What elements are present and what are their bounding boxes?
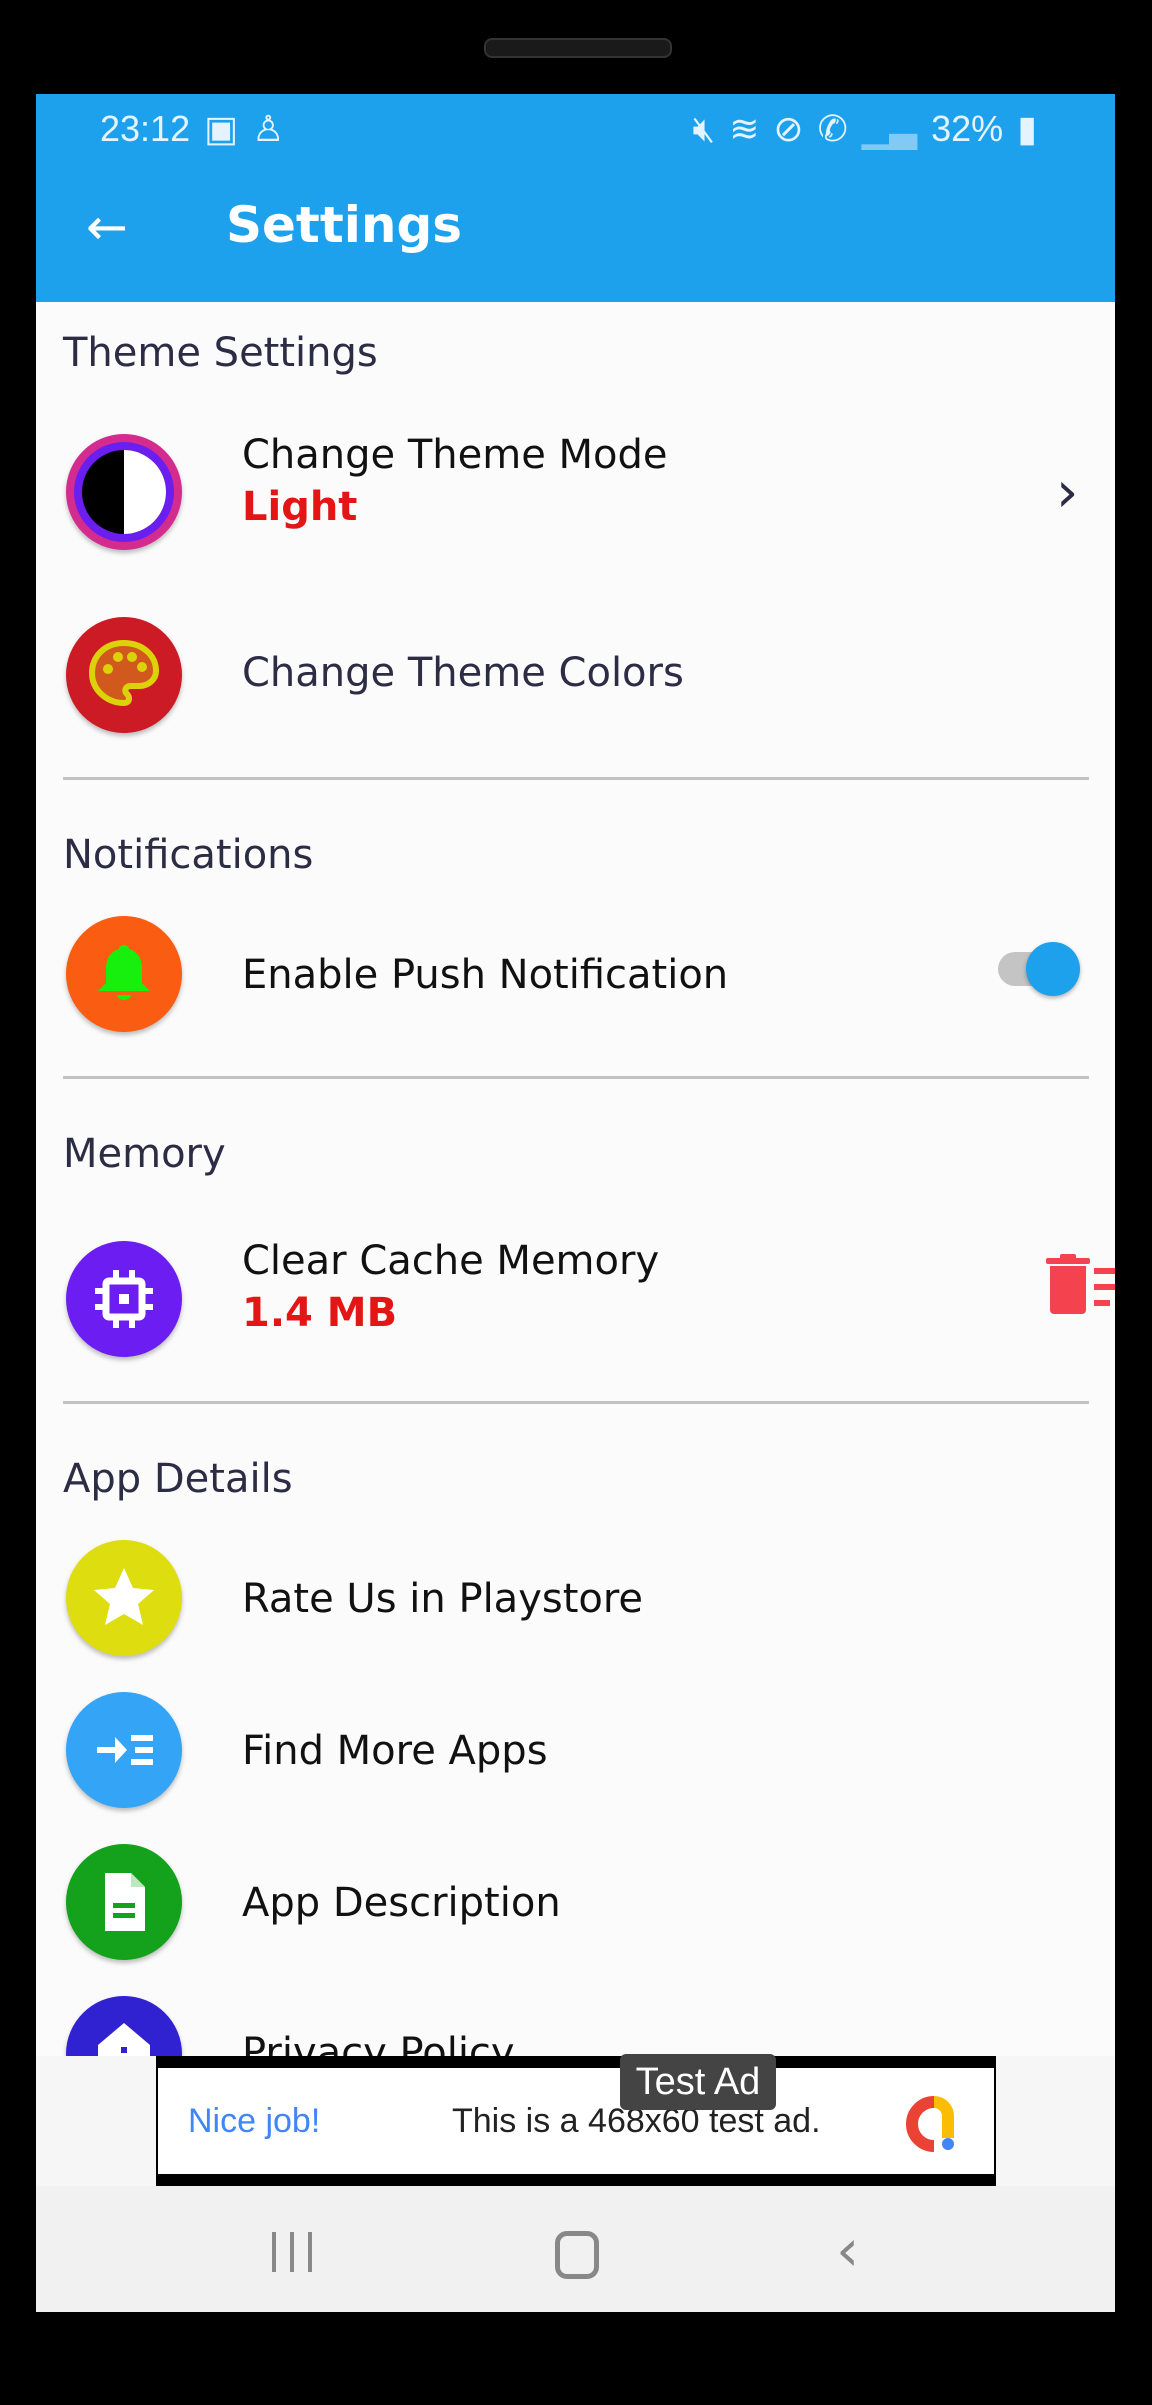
ad-banner[interactable]: Nice job! This is a 468x60 test ad. Test…: [156, 2054, 996, 2186]
cache-size: 1.4 MB: [242, 1290, 398, 1336]
theme-mode-value: Light: [242, 484, 358, 530]
section-title: Notifications: [63, 832, 314, 878]
divider: [63, 777, 1089, 780]
radio-icon: ▣: [204, 108, 239, 149]
more-apps-icon: [66, 1692, 182, 1808]
star-icon: [66, 1540, 182, 1656]
back-nav-icon[interactable]: ‹: [836, 2216, 859, 2284]
item-label: Enable Push Notification: [242, 952, 729, 998]
divider: [63, 1076, 1089, 1079]
home-icon[interactable]: [555, 2231, 599, 2279]
ad-headline: Nice job!: [188, 2102, 321, 2140]
system-nav-bar: ‹: [36, 2186, 1115, 2312]
wifi-icon: ≋: [729, 108, 760, 149]
accessibility-icon: ♙: [252, 108, 285, 149]
mute-icon: 🔇︎: [692, 107, 716, 149]
app-bar: 23:12 ▣ ♙ 🔇︎ ≋ ⊘ ✆ ▁▃ 32% ▮ ← Settings: [36, 94, 1115, 302]
palette-icon: [66, 617, 182, 733]
item-label: App Description: [242, 1880, 561, 1926]
item-label: Rate Us in Playstore: [242, 1576, 644, 1622]
phone-speaker: [484, 38, 672, 58]
signal-icon: ▁▃: [861, 108, 918, 149]
screen: 23:12 ▣ ♙ 🔇︎ ≋ ⊘ ✆ ▁▃ 32% ▮ ← Settings T…: [36, 94, 1115, 2312]
ad-content: Nice job! This is a 468x60 test ad.: [158, 2068, 994, 2174]
dnd-icon: ⊘: [773, 108, 804, 149]
test-ad-badge: Test Ad: [620, 2054, 776, 2110]
document-icon: [66, 1844, 182, 1960]
battery-level: 32%: [931, 108, 1004, 149]
section-title: Theme Settings: [63, 330, 378, 376]
ad-banner-area: Nice job! This is a 468x60 test ad. Test…: [36, 2054, 1115, 2186]
item-label: Clear Cache Memory: [242, 1238, 660, 1284]
recent-apps-icon[interactable]: [272, 2232, 312, 2272]
status-bar: 23:12 ▣ ♙ 🔇︎ ≋ ⊘ ✆ ▁▃ 32% ▮: [100, 104, 1051, 154]
chip-icon: [66, 1241, 182, 1357]
item-label: Find More Apps: [242, 1728, 548, 1774]
section-title: Memory: [63, 1131, 226, 1177]
push-toggle-knob[interactable]: [1026, 942, 1080, 996]
chevron-right-icon: ›: [1056, 460, 1079, 525]
admob-logo-icon: [906, 2096, 956, 2156]
bell-icon: [66, 916, 182, 1032]
page-title: Settings: [226, 196, 463, 254]
section-title: App Details: [63, 1456, 293, 1502]
trash-sweep-icon[interactable]: [1046, 1254, 1115, 1320]
clock: 23:12: [100, 108, 191, 149]
wifi-call-icon: ✆: [817, 108, 848, 149]
arrow-left-icon[interactable]: ←: [86, 202, 128, 252]
item-label: Change Theme Mode: [242, 432, 668, 478]
item-label: Change Theme Colors: [242, 650, 684, 696]
theme-mode-icon: [66, 434, 182, 550]
divider: [63, 1401, 1089, 1404]
battery-charging-icon: ▮: [1017, 108, 1037, 149]
